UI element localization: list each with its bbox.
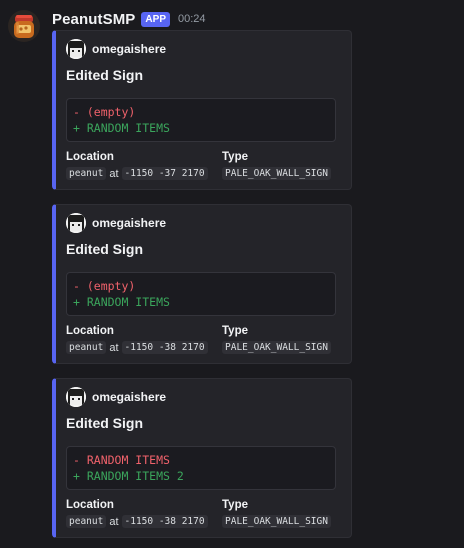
embed-card: omegaishere Edited Sign - RANDOM ITEMS +… — [52, 378, 352, 538]
player-head-icon — [66, 39, 86, 59]
location-field-label: Location — [66, 325, 114, 337]
embed-title: Edited Sign — [66, 67, 143, 83]
type-field-value: PALE_OAK_WALL_SIGN — [222, 167, 331, 180]
world-name: peanut — [66, 515, 107, 528]
sign-type: PALE_OAK_WALL_SIGN — [222, 167, 331, 180]
sign-type: PALE_OAK_WALL_SIGN — [222, 515, 331, 528]
world-name: peanut — [66, 167, 107, 180]
peanut-jar-icon — [8, 10, 40, 42]
diff-removed-line: - (empty) — [73, 279, 136, 293]
embed-author: omegaishere — [66, 387, 166, 407]
message-timestamp[interactable]: 00:24 — [178, 13, 206, 25]
coordinates: -1150 -37 2170 — [121, 167, 208, 180]
embed-author-name[interactable]: omegaishere — [92, 42, 166, 56]
type-field-label: Type — [222, 499, 248, 511]
app-badge: APP — [141, 11, 170, 27]
embed-author-name[interactable]: omegaishere — [92, 390, 166, 404]
location-field-value: peanut at -1150 -37 2170 — [66, 167, 208, 180]
author-name[interactable]: PeanutSMP — [52, 11, 135, 28]
chat-message: PeanutSMP APP 00:24 omegaishere Edited S… — [0, 0, 464, 548]
diff-codeblock: - (empty) + RANDOM ITEMS — [66, 272, 336, 316]
player-head-icon — [66, 387, 86, 407]
coordinates: -1150 -38 2170 — [121, 515, 208, 528]
embed-author-name[interactable]: omegaishere — [92, 216, 166, 230]
coordinates: -1150 -38 2170 — [121, 341, 208, 354]
type-field-label: Type — [222, 151, 248, 163]
embed-author: omegaishere — [66, 213, 166, 233]
type-field-label: Type — [222, 325, 248, 337]
diff-added-line: + RANDOM ITEMS — [73, 121, 170, 135]
location-field-value: peanut at -1150 -38 2170 — [66, 341, 208, 354]
location-field-value: peanut at -1150 -38 2170 — [66, 515, 208, 528]
type-field-value: PALE_OAK_WALL_SIGN — [222, 341, 331, 354]
at-text: at — [109, 515, 119, 528]
location-field-label: Location — [66, 499, 114, 511]
embed-title: Edited Sign — [66, 241, 143, 257]
message-header: PeanutSMP APP 00:24 — [52, 10, 206, 28]
embed-title: Edited Sign — [66, 415, 143, 431]
diff-codeblock: - RANDOM ITEMS + RANDOM ITEMS 2 — [66, 446, 336, 490]
at-text: at — [109, 167, 119, 180]
diff-added-line: + RANDOM ITEMS 2 — [73, 469, 184, 483]
bot-avatar[interactable] — [8, 10, 40, 42]
embed-card: omegaishere Edited Sign - (empty) + RAND… — [52, 30, 352, 190]
diff-removed-line: - RANDOM ITEMS — [73, 453, 170, 467]
diff-added-line: + RANDOM ITEMS — [73, 295, 170, 309]
player-head-icon — [66, 213, 86, 233]
location-field-label: Location — [66, 151, 114, 163]
embed-card: omegaishere Edited Sign - (empty) + RAND… — [52, 204, 352, 364]
diff-removed-line: - (empty) — [73, 105, 136, 119]
at-text: at — [109, 341, 119, 354]
world-name: peanut — [66, 341, 107, 354]
sign-type: PALE_OAK_WALL_SIGN — [222, 341, 331, 354]
embed-author: omegaishere — [66, 39, 166, 59]
type-field-value: PALE_OAK_WALL_SIGN — [222, 515, 331, 528]
diff-codeblock: - (empty) + RANDOM ITEMS — [66, 98, 336, 142]
